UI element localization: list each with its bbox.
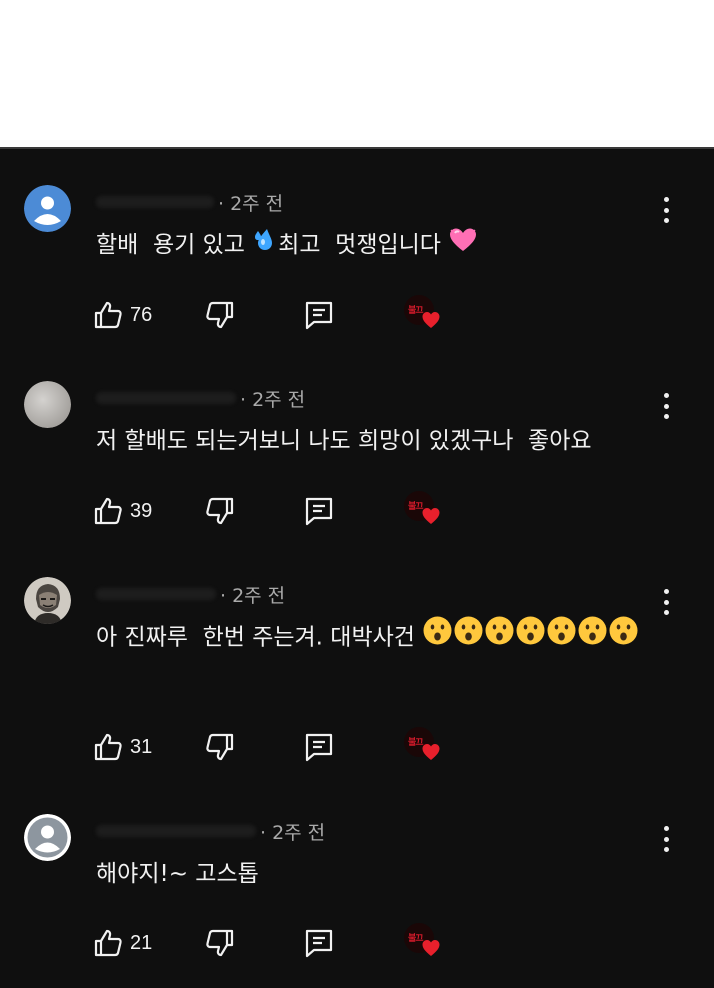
- top-blank-area: [0, 0, 714, 147]
- like-button[interactable]: 31: [92, 727, 152, 767]
- avatar[interactable]: [24, 814, 71, 861]
- comment-text: 저 할배도 되는거보니 나도 희망이 있겠구나 좋아요: [96, 428, 592, 454]
- more-vert-icon[interactable]: [656, 195, 676, 225]
- comment-text: 해야지!~ 고스톱: [96, 861, 259, 887]
- surprised-face-icon: [484, 615, 515, 661]
- comment-meta: · 2주 전: [96, 816, 325, 846]
- creator-heart-badge: 불끄: [404, 727, 444, 767]
- heart-icon: [422, 744, 440, 760]
- reply-icon: [305, 929, 333, 958]
- reply-button[interactable]: [302, 295, 336, 335]
- surprised-face-icon: [515, 615, 546, 661]
- like-button[interactable]: 39: [92, 491, 152, 531]
- pink-heart-icon: [448, 224, 478, 268]
- reply-button[interactable]: [302, 491, 336, 531]
- author-name-blurred[interactable]: [96, 588, 216, 600]
- surprised-face-icon: [577, 615, 608, 661]
- comments-panel: · 2주 전 할배 용기 있고 최고 멋쟁입니다 76 불끄 · 2주 전 저 …: [0, 147, 714, 988]
- comment-text: 할배 용기 있고 최고 멋쟁입니다: [96, 223, 656, 268]
- more-vert-icon[interactable]: [656, 587, 676, 617]
- surprised-emoji-row: [422, 616, 639, 651]
- creator-heart-badge: 불끄: [404, 923, 444, 963]
- thumbs-up-icon: [94, 929, 122, 957]
- surprised-face-icon: [546, 615, 577, 661]
- surprised-face-icon: [453, 615, 484, 661]
- thumbs-down-icon: [206, 301, 234, 329]
- comment-text: 아 진짜루 한번 주는겨. 대박사건: [96, 615, 656, 661]
- creator-heart-badge: 불끄: [404, 295, 444, 335]
- thumbs-up-icon: [94, 497, 122, 525]
- more-vert-icon[interactable]: [656, 824, 676, 854]
- like-button[interactable]: 76: [92, 295, 152, 335]
- heart-icon: [422, 940, 440, 956]
- comment-time: · 2주 전: [240, 388, 306, 411]
- comment-actions: 76 불끄: [92, 295, 492, 335]
- heart-icon: [422, 312, 440, 328]
- comment-actions: 21 불끄: [92, 923, 492, 963]
- comment-time: · 2주 전: [260, 821, 326, 844]
- like-count: 76: [130, 303, 153, 326]
- thumbs-up-icon: [94, 733, 122, 761]
- creator-heart-badge: 불끄: [404, 491, 444, 531]
- sweat-droplets-icon: [252, 224, 278, 268]
- author-name-blurred[interactable]: [96, 825, 256, 837]
- comment-meta: · 2주 전: [96, 187, 283, 217]
- like-count: 39: [130, 499, 153, 522]
- avatar[interactable]: [24, 577, 71, 624]
- author-name-blurred[interactable]: [96, 392, 236, 404]
- comment-actions: 31 불끄: [92, 727, 492, 767]
- dislike-button[interactable]: [204, 295, 236, 335]
- reply-button[interactable]: [302, 727, 336, 767]
- like-count: 31: [130, 735, 153, 758]
- more-vert-icon[interactable]: [656, 391, 676, 421]
- reply-icon: [305, 733, 333, 762]
- surprised-face-icon: [422, 615, 453, 661]
- comment-meta: · 2주 전: [96, 383, 305, 413]
- comment-time: · 2주 전: [218, 192, 284, 215]
- dislike-button[interactable]: [204, 923, 236, 963]
- like-count: 21: [130, 931, 153, 954]
- comment-meta: · 2주 전: [96, 579, 285, 609]
- thumbs-down-icon: [206, 497, 234, 525]
- author-name-blurred[interactable]: [96, 196, 214, 208]
- thumbs-up-icon: [94, 301, 122, 329]
- comment-time: · 2주 전: [220, 584, 286, 607]
- avatar[interactable]: [24, 381, 71, 428]
- thumbs-down-icon: [206, 929, 234, 957]
- avatar[interactable]: [24, 185, 71, 232]
- reply-icon: [305, 301, 333, 330]
- like-button[interactable]: 21: [92, 923, 152, 963]
- heart-icon: [422, 508, 440, 524]
- surprised-face-icon: [608, 615, 639, 661]
- dislike-button[interactable]: [204, 727, 236, 767]
- comment-actions: 39 불끄: [92, 491, 492, 531]
- dislike-button[interactable]: [204, 491, 236, 531]
- thumbs-down-icon: [206, 733, 234, 761]
- reply-icon: [305, 497, 333, 526]
- reply-button[interactable]: [302, 923, 336, 963]
